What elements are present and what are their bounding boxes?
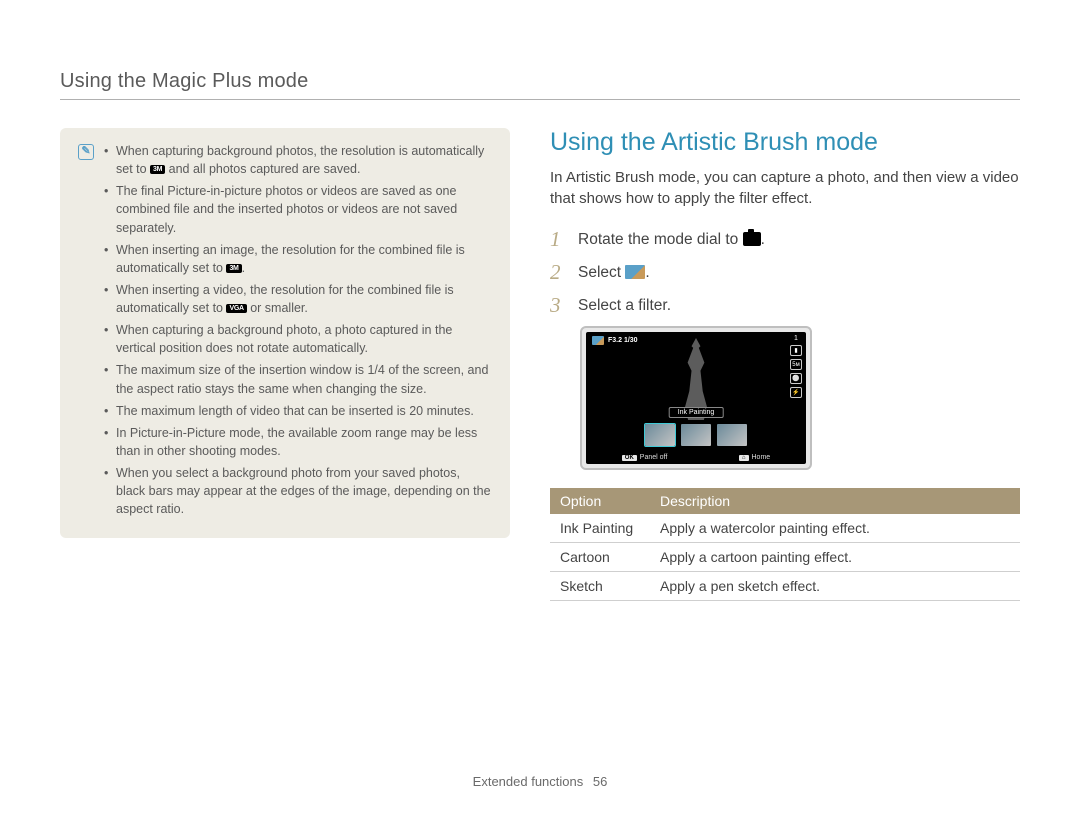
description-cell: Apply a watercolor painting effect. (650, 514, 1020, 543)
resolution-badge: 3M (226, 264, 241, 273)
table-header-option: Option (550, 488, 650, 514)
step-number: 2 (550, 260, 564, 285)
brush-icon (592, 336, 604, 345)
note-box: ✎ When capturing background photos, the … (60, 128, 510, 538)
note-item: When you select a background photo from … (104, 464, 492, 518)
resolution-badge: 3M (150, 165, 165, 174)
steps-list: 1 Rotate the mode dial to . 2 Select . 3… (550, 227, 1020, 318)
camera-preview: F3.2 1/30 1 ▮ 5м ⚪ ⚡ Ink Painting (580, 326, 812, 470)
note-item: The maximum length of video that can be … (104, 402, 492, 420)
step-item: 1 Rotate the mode dial to . (550, 227, 1020, 252)
option-cell: Ink Painting (550, 514, 650, 543)
option-cell: Sketch (550, 572, 650, 601)
left-column: ✎ When capturing background photos, the … (60, 128, 510, 601)
camera-icon (743, 232, 761, 246)
note-list: When capturing background photos, the re… (104, 142, 492, 522)
filter-thumb[interactable] (645, 424, 675, 446)
preview-screen: F3.2 1/30 1 ▮ 5м ⚪ ⚡ Ink Painting (586, 332, 806, 464)
filter-thumbnails (645, 424, 747, 446)
description-cell: Apply a cartoon painting effect. (650, 543, 1020, 572)
table-row: Sketch Apply a pen sketch effect. (550, 572, 1020, 601)
battery-icon: ▮ (790, 345, 802, 356)
note-item: When capturing background photos, the re… (104, 142, 492, 178)
note-icon: ✎ (78, 144, 94, 160)
note-item: The final Picture-in-picture photos or v… (104, 182, 492, 236)
flash-icon: ⚡ (790, 387, 802, 398)
brush-icon (625, 265, 645, 279)
mode-icon: ⚪ (790, 373, 802, 384)
shot-count: 1 (794, 335, 798, 342)
section-title: Using the Artistic Brush mode (550, 128, 1020, 157)
filter-label: Ink Painting (669, 407, 724, 418)
header-title: Using the Magic Plus mode (60, 70, 1020, 100)
section-intro: In Artistic Brush mode, you can capture … (550, 167, 1020, 209)
content-columns: ✎ When capturing background photos, the … (60, 128, 1020, 601)
ok-key: OK (622, 455, 637, 461)
note-item: In Picture-in-Picture mode, the availabl… (104, 424, 492, 460)
step-number: 3 (550, 293, 564, 318)
right-column: Using the Artistic Brush mode In Artisti… (550, 128, 1020, 601)
size-icon: 5м (790, 359, 802, 370)
note-item: The maximum size of the insertion window… (104, 361, 492, 397)
footer-section: Extended functions (473, 774, 584, 789)
preview-right-icons: 1 ▮ 5м ⚪ ⚡ (790, 335, 802, 398)
step-item: 2 Select . (550, 260, 1020, 285)
note-item: When capturing a background photo, a pho… (104, 321, 492, 357)
step-item: 3 Select a filter. (550, 293, 1020, 318)
table-row: Ink Painting Apply a watercolor painting… (550, 514, 1020, 543)
step-number: 1 (550, 227, 564, 252)
option-cell: Cartoon (550, 543, 650, 572)
page-footer: Extended functions 56 (0, 774, 1080, 789)
home-key: ⌂ (739, 455, 749, 461)
options-table: Option Description Ink Painting Apply a … (550, 488, 1020, 601)
filter-thumb[interactable] (717, 424, 747, 446)
table-row: Cartoon Apply a cartoon painting effect. (550, 543, 1020, 572)
note-item: When inserting an image, the resolution … (104, 241, 492, 277)
page-number: 56 (593, 774, 607, 789)
preview-bottom-bar: OKPanel off ⌂Home (586, 454, 806, 461)
filter-thumb[interactable] (681, 424, 711, 446)
resolution-badge: VGA (226, 304, 246, 313)
table-header-description: Description (650, 488, 1020, 514)
description-cell: Apply a pen sketch effect. (650, 572, 1020, 601)
exposure-info: F3.2 1/30 (608, 337, 638, 344)
note-item: When inserting a video, the resolution f… (104, 281, 492, 317)
